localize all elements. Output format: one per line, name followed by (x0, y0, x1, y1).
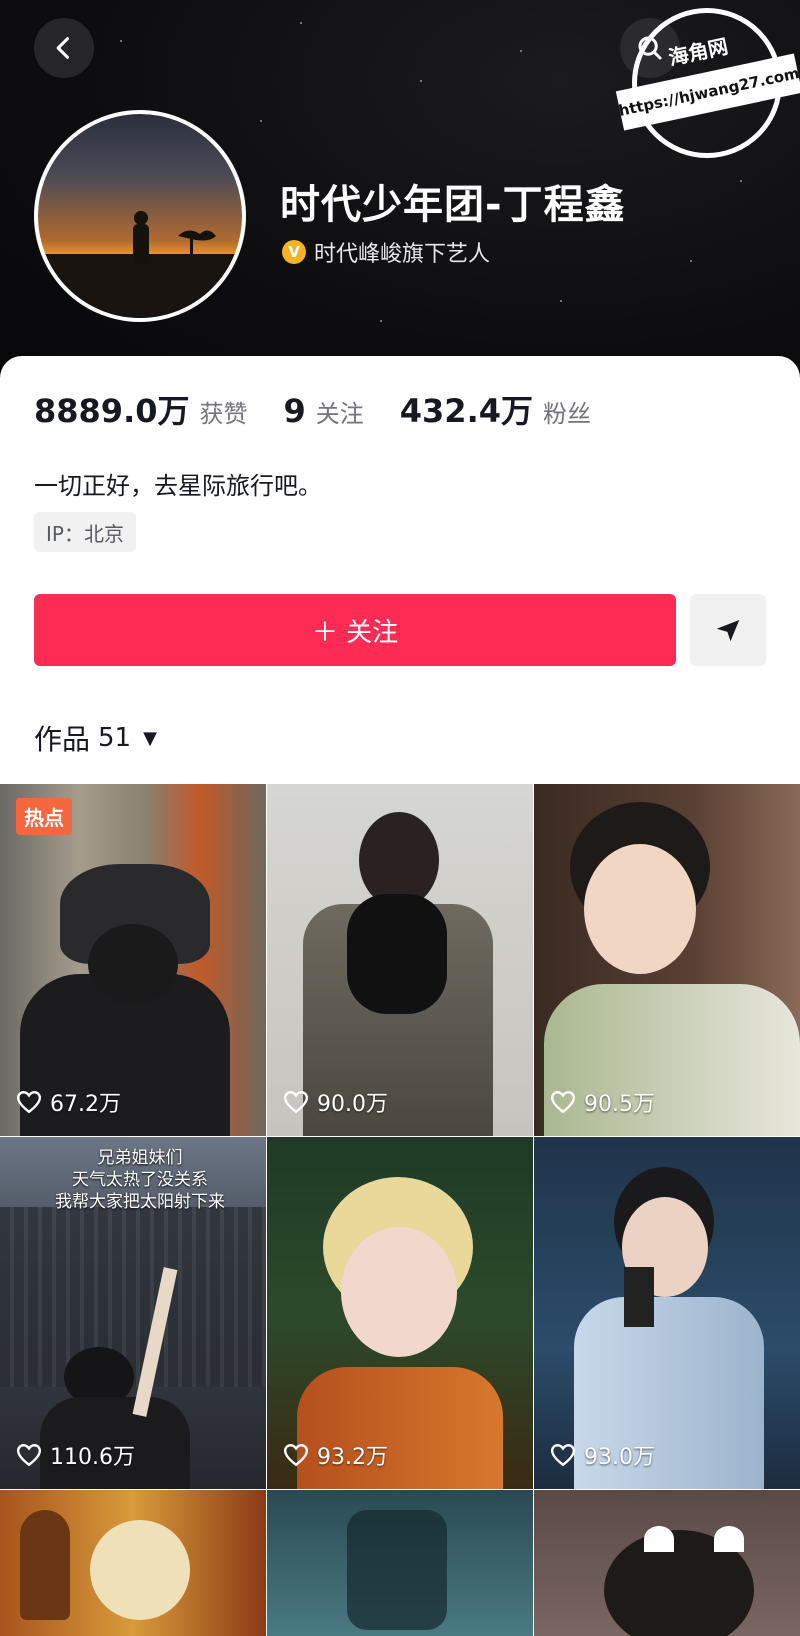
share-button[interactable] (690, 594, 766, 666)
heart-icon (550, 1444, 576, 1467)
face-shape (584, 844, 696, 974)
video-caption: 兄弟姐妹们 天气太热了没关系 我帮大家把太阳射下来 (55, 1148, 225, 1212)
heart-icon (16, 1444, 42, 1467)
likes-count: 8889.0万 (34, 392, 190, 430)
caret-down-icon: ▼ (143, 727, 157, 749)
ip-location-tag: IP：北京 (34, 512, 136, 552)
heart-icon (283, 1444, 309, 1467)
profile-username: 时代少年团-丁程鑫 (280, 182, 626, 228)
verified-text: 时代峰峻旗下艺人 (314, 242, 491, 267)
video-tile[interactable]: 93.2万 (267, 1137, 533, 1489)
followers-label[interactable]: 粉丝 (543, 394, 591, 429)
video-likes: 93.2万 (283, 1439, 388, 1471)
video-likes-count: 93.0万 (584, 1445, 655, 1470)
video-likes-count: 90.5万 (584, 1092, 655, 1117)
star (520, 50, 522, 52)
star (120, 40, 122, 42)
profile-card: 8889.0万 获赞 9 关注 432.4万 粉丝 一切正好，去星际旅行吧。 I… (0, 356, 800, 786)
send-icon (716, 620, 740, 642)
face-shape (341, 1227, 457, 1357)
star (740, 180, 742, 182)
star (260, 120, 262, 122)
star (690, 260, 692, 262)
video-likes-count: 90.0万 (317, 1092, 388, 1117)
lantern-shape (20, 1510, 70, 1620)
video-likes-count: 93.2万 (317, 1445, 388, 1470)
video-tile[interactable]: 90.0万 (267, 784, 533, 1136)
hot-badge: 热点 (16, 798, 72, 835)
video-tile[interactable] (267, 1490, 533, 1636)
blonde-hair-shape (90, 1520, 190, 1620)
star (560, 300, 562, 302)
verified-icon: V (282, 240, 306, 264)
calligraphy-shape (347, 1510, 447, 1630)
profile-stats: 8889.0万 获赞 9 关注 432.4万 粉丝 (34, 386, 627, 432)
following-count[interactable]: 9 (284, 392, 306, 430)
video-likes: 110.6万 (16, 1439, 135, 1471)
video-tile[interactable] (0, 1490, 266, 1636)
video-likes: 90.0万 (283, 1086, 388, 1118)
video-likes: 93.0万 (550, 1439, 655, 1471)
video-tile[interactable] (534, 1490, 800, 1636)
follow-button-label: ＋ 关注 (311, 617, 399, 648)
works-label: 作品 (34, 723, 91, 756)
back-button[interactable] (34, 18, 94, 78)
video-likes: 90.5万 (550, 1086, 655, 1118)
profile-header: 时代少年团-丁程鑫 V 时代峰峻旗下艺人 海角网 https://hjwang2… (0, 0, 800, 400)
star (300, 22, 302, 24)
prop-shape (624, 1267, 654, 1327)
works-tab[interactable]: 作品 51 ▼ (34, 718, 157, 758)
works-count: 51 (98, 723, 132, 753)
likes-label: 获赞 (199, 400, 248, 428)
chevron-left-icon (56, 37, 70, 59)
video-tile[interactable]: 兄弟姐妹们 天气太热了没关系 我帮大家把太阳射下来 110.6万 (0, 1137, 266, 1489)
heart-icon (16, 1091, 42, 1114)
verified-info: V 时代峰峻旗下艺人 (282, 236, 490, 268)
avatar[interactable] (34, 110, 246, 322)
gloves-shape (347, 894, 447, 1014)
head-shape (88, 924, 178, 1004)
video-likes: 67.2万 (16, 1086, 121, 1118)
heart-icon (550, 1091, 576, 1114)
followers-count[interactable]: 432.4万 (400, 386, 533, 432)
star (380, 320, 382, 322)
cat-ear-left (644, 1526, 674, 1552)
video-tile[interactable]: 热点 67.2万 (0, 784, 266, 1136)
heart-icon (283, 1091, 309, 1114)
video-tile[interactable]: 93.0万 (534, 1137, 800, 1489)
stage-truss (0, 1207, 266, 1387)
avatar-silhouette (38, 211, 242, 318)
following-label[interactable]: 关注 (316, 394, 364, 429)
video-likes-count: 110.6万 (50, 1445, 135, 1470)
follow-button[interactable]: ＋ 关注 (34, 594, 676, 666)
cat-ear-right (714, 1526, 744, 1552)
watermark-logo: 海角网 https://hjwang27.com (615, 8, 800, 158)
video-likes-count: 67.2万 (50, 1092, 121, 1117)
video-tile[interactable]: 90.5万 (534, 784, 800, 1136)
star (420, 80, 422, 82)
profile-bio: 一切正好，去星际旅行吧。 (34, 472, 322, 500)
